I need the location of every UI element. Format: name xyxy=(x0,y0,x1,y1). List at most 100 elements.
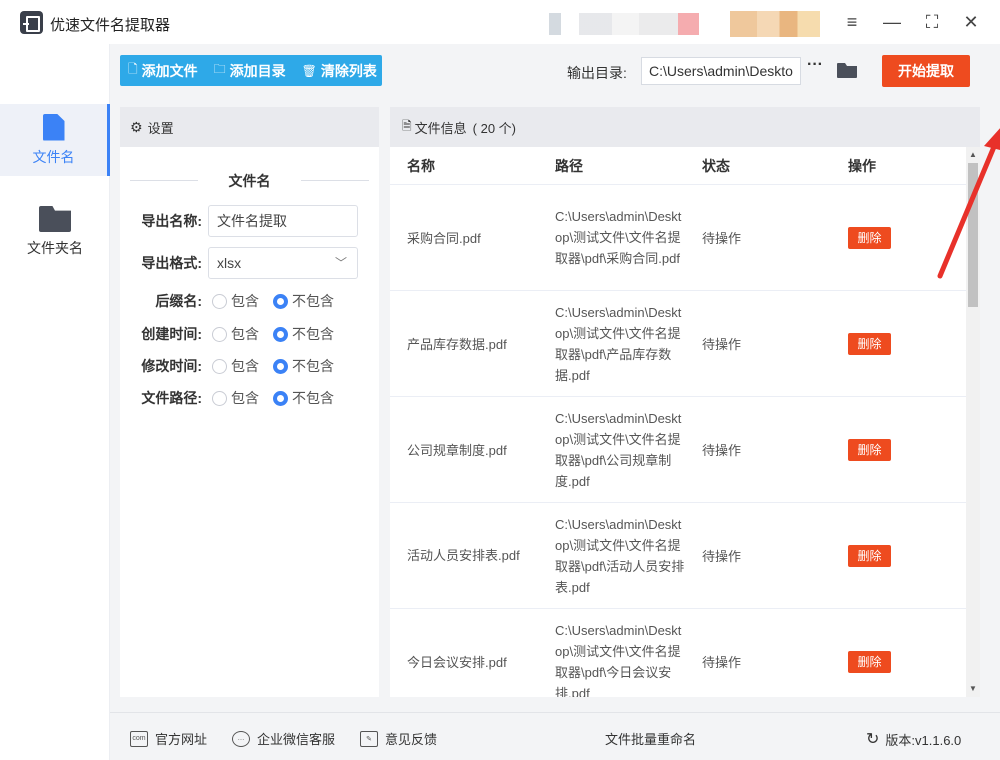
file-name: 产品库存数据.pdf xyxy=(407,337,507,352)
batch-rename-link[interactable]: 文件批量重命名 xyxy=(605,729,696,748)
file-icon xyxy=(42,113,65,141)
sidebar-item-foldername[interactable]: 文件夹名 xyxy=(0,196,110,268)
output-directory-input[interactable]: C:\Users\admin\Deskto xyxy=(641,57,801,85)
document-icon: 🗎 xyxy=(402,118,412,133)
toolbar: 🗋 添加文件 🗀 添加目录 🗑 清除列表 xyxy=(120,55,382,86)
radio-dot xyxy=(212,358,227,374)
radio-label: 包含 xyxy=(231,390,259,406)
export-format-row: 导出格式: xlsx ﹀ xyxy=(120,247,379,279)
chevron-down-icon: ﹀ xyxy=(334,256,347,270)
file-path: C:\Users\admin\Desktop\测试文件\文件名提取器\pdf\公… xyxy=(555,410,682,489)
feedback-link[interactable]: ✎ 意见反馈 xyxy=(360,729,437,748)
footer: com 官方网址 … 企业微信客服 ✎ 意见反馈 文件批量重命名 ↻ 版本:v1… xyxy=(110,712,1000,760)
wechat-service-link[interactable]: … 企业微信客服 xyxy=(232,729,335,748)
version-info[interactable]: ↻ 版本:v1.1.6.0 xyxy=(866,729,961,749)
file-name: 采购合同.pdf xyxy=(407,231,481,246)
website-label: 官方网址 xyxy=(155,732,208,747)
file-path-row: 文件路径: 包含 不包含 xyxy=(120,388,379,408)
file-status: 待操作 xyxy=(702,655,742,670)
created-time-label: 创建时间: xyxy=(141,326,202,342)
add-directory-label: 添加目录 xyxy=(229,62,286,79)
radio-label: 包含 xyxy=(231,326,259,342)
delete-button[interactable]: 删除 xyxy=(848,438,891,461)
sidebar-item-label: 文件夹名 xyxy=(27,240,83,256)
add-file-button[interactable]: 🗋 添加文件 xyxy=(120,55,206,86)
sidebar: 文件名 文件夹名 xyxy=(0,44,110,760)
file-path: C:\Users\admin\Desktop\测试文件\文件名提取器\pdf\产… xyxy=(555,304,682,383)
suffix-exclude-radio[interactable]: 不包含 xyxy=(273,291,334,311)
clear-list-label: 清除列表 xyxy=(320,62,377,79)
suffix-include-radio[interactable]: 包含 xyxy=(212,291,259,311)
modified-exclude-radio[interactable]: 不包含 xyxy=(273,356,334,376)
settings-panel: ⚙ 设置 文件名 导出名称: 文件名提取 导出格式: xlsx ﹀ 后缀名: 包… xyxy=(120,107,379,697)
modified-time-row: 修改时间: 包含 不包含 xyxy=(120,356,379,376)
menu-icon[interactable]: ≡ xyxy=(840,10,864,34)
file-table: 名称 路径 状态 操作 采购合同.pdf C:\Users\admin\Desk… xyxy=(390,147,966,697)
table-header: 名称 路径 状态 操作 xyxy=(390,147,966,185)
title-bar: 优速文件名提取器 ≡ — ⛶ ✕ xyxy=(0,0,1000,44)
feedback-icon: ✎ xyxy=(360,730,378,747)
file-list-panel: 🗎 文件信息 ( 20 个) 名称 路径 状态 操作 采购合同.pdf C:\U… xyxy=(390,107,980,697)
blurred-avatar[interactable] xyxy=(730,11,820,37)
created-exclude-radio[interactable]: 不包含 xyxy=(273,324,334,344)
file-info-header: 🗎 文件信息 ( 20 个) xyxy=(390,107,980,147)
export-format-value: xlsx xyxy=(217,255,242,271)
sidebar-item-filename[interactable]: 文件名 xyxy=(0,104,110,176)
export-name-label: 导出名称: xyxy=(141,213,202,229)
folder-icon xyxy=(39,206,71,232)
created-time-row: 创建时间: 包含 不包含 xyxy=(120,324,379,344)
export-format-label: 导出格式: xyxy=(141,255,202,271)
path-include-radio[interactable]: 包含 xyxy=(212,388,259,408)
annotation-arrow xyxy=(937,128,1000,279)
section-title: 文件名 xyxy=(120,171,379,191)
column-path: 路径 xyxy=(555,157,583,174)
radio-label: 不包含 xyxy=(292,326,334,342)
file-name: 活动人员安排表.pdf xyxy=(407,548,520,563)
more-options-button[interactable]: ··· xyxy=(807,56,823,74)
wechat-icon: … xyxy=(232,730,250,747)
version-label: 版本:v1.1.6.0 xyxy=(885,732,962,748)
table-row: 采购合同.pdf C:\Users\admin\Desktop\测试文件\文件名… xyxy=(390,185,966,291)
path-exclude-radio[interactable]: 不包含 xyxy=(273,388,334,408)
export-format-select[interactable]: xlsx ﹀ xyxy=(208,247,358,279)
modified-include-radio[interactable]: 包含 xyxy=(212,356,259,376)
column-status: 状态 xyxy=(702,157,730,174)
table-row: 产品库存数据.pdf C:\Users\admin\Desktop\测试文件\文… xyxy=(390,291,966,397)
main-area: 🗋 添加文件 🗀 添加目录 🗑 清除列表 输出目录: C:\Users\admi… xyxy=(110,44,1000,760)
output-directory-label: 输出目录: xyxy=(567,65,627,81)
file-path: C:\Users\admin\Desktop\测试文件\文件名提取器\pdf\今… xyxy=(555,622,682,698)
close-icon[interactable]: ✕ xyxy=(959,10,983,34)
radio-dot xyxy=(212,293,227,309)
export-name-input[interactable]: 文件名提取 xyxy=(208,205,358,237)
radio-dot xyxy=(212,326,227,342)
delete-button[interactable]: 删除 xyxy=(848,226,891,249)
delete-button[interactable]: 删除 xyxy=(848,544,891,567)
file-path: C:\Users\admin\Desktop\测试文件\文件名提取器\pdf\采… xyxy=(555,209,682,266)
file-name: 公司规章制度.pdf xyxy=(407,443,507,458)
radio-dot xyxy=(273,358,288,374)
clear-list-button[interactable]: 🗑 清除列表 xyxy=(294,55,385,86)
radio-label: 包含 xyxy=(231,358,259,374)
maximize-icon[interactable]: ⛶ xyxy=(920,10,944,34)
add-file-label: 添加文件 xyxy=(141,62,198,79)
radio-dot xyxy=(212,390,227,406)
export-name-row: 导出名称: 文件名提取 xyxy=(120,205,379,237)
delete-button[interactable]: 删除 xyxy=(848,332,891,355)
minimize-icon[interactable]: — xyxy=(880,10,904,34)
batch-rename-label: 文件批量重命名 xyxy=(605,732,697,747)
delete-button[interactable]: 删除 xyxy=(848,650,891,673)
refresh-icon: ↻ xyxy=(866,731,880,748)
add-directory-button[interactable]: 🗀 添加目录 xyxy=(206,55,294,86)
open-folder-icon[interactable] xyxy=(837,63,857,78)
modified-time-label: 修改时间: xyxy=(141,358,202,374)
feedback-label: 意见反馈 xyxy=(385,732,438,747)
start-extract-button[interactable]: 开始提取 xyxy=(882,55,970,87)
created-include-radio[interactable]: 包含 xyxy=(212,324,259,344)
file-status: 待操作 xyxy=(702,443,742,458)
wechat-label: 企业微信客服 xyxy=(257,732,336,747)
scroll-down-icon[interactable]: ▼ xyxy=(968,683,978,695)
blurred-account-info xyxy=(549,13,699,35)
website-link[interactable]: com 官方网址 xyxy=(130,729,207,748)
radio-label: 不包含 xyxy=(292,293,334,309)
table-row: 公司规章制度.pdf C:\Users\admin\Desktop\测试文件\文… xyxy=(390,397,966,503)
